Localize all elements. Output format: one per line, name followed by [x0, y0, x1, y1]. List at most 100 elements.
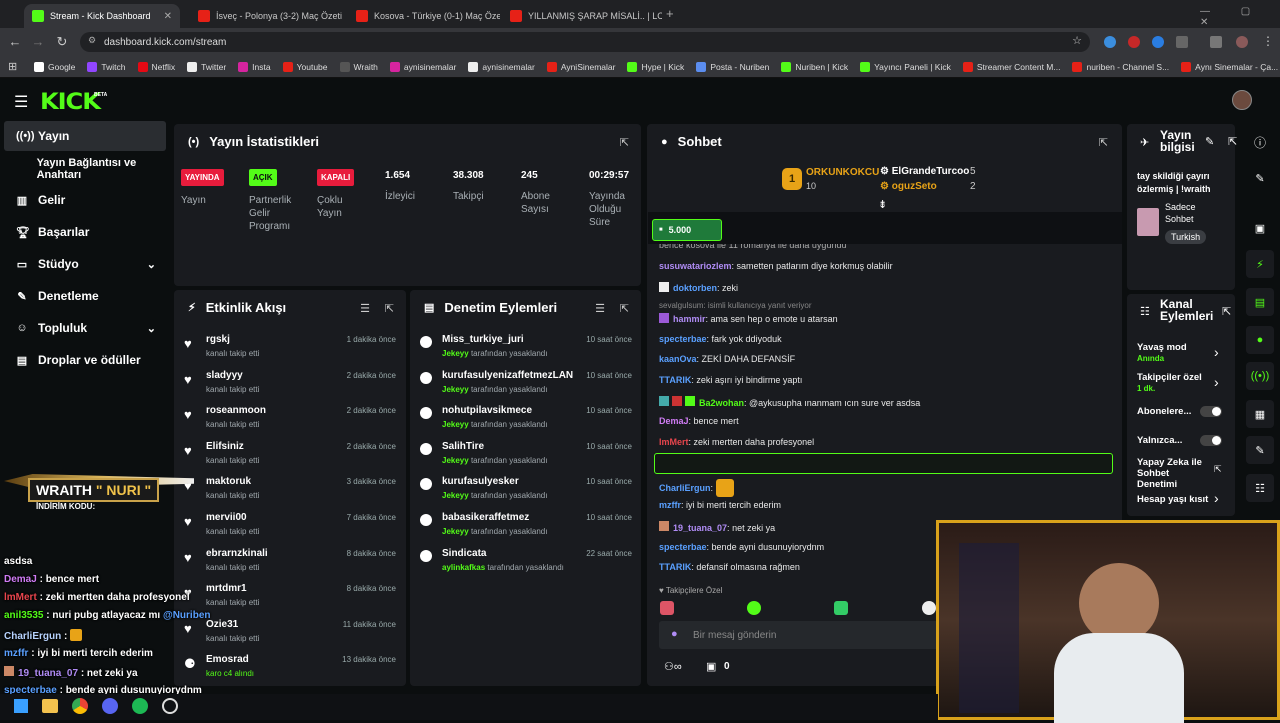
only-mode-toggle[interactable]	[1200, 435, 1222, 446]
bookmark[interactable]: Twitch	[87, 61, 126, 72]
site-info-icon[interactable]: ⚙	[88, 35, 96, 46]
moderation-row[interactable]: nohutpilavsikmece Jekeyy tarafından yasak…	[420, 405, 638, 439]
users-icon[interactable]: ⚇∞	[664, 660, 682, 673]
extension-icon[interactable]	[1104, 36, 1116, 48]
layout-icon[interactable]: ▦	[1246, 400, 1274, 428]
channel-action-slow-mode[interactable]: Yavaş mod Anında	[1137, 342, 1187, 364]
spotify-icon[interactable]	[132, 698, 148, 714]
activity-row[interactable]: ♥ maktoruk kanalı takip etti 3 dakika önce	[184, 476, 402, 510]
browser-tab-kick-dashboard[interactable]: Stream - Kick Dashboard ✕	[24, 4, 180, 28]
activity-row[interactable]: ♥ rgskj kanalı takip etti 1 dakika önce	[184, 334, 402, 368]
category-thumbnail[interactable]	[1137, 208, 1159, 236]
chat-message[interactable]: CharliErgun:	[659, 479, 734, 497]
forward-icon[interactable]: →	[26, 34, 50, 49]
sidebar-item-gelir[interactable]: ▥ Gelir	[4, 185, 166, 215]
sidebar-item-studyo[interactable]: ▭ Stüdyo ⌄	[4, 249, 166, 279]
activity-row[interactable]: ♥ Ozie31 kanalı takip etti 11 dakika önce	[184, 619, 402, 653]
chevron-right-icon[interactable]: ›	[1214, 490, 1219, 506]
leaderboard-second[interactable]: ⚙ ElGrandeTurcoo	[880, 166, 969, 177]
chat-username[interactable]: 19_tuana_07	[673, 523, 727, 533]
expand-leaderboard-icon[interactable]: ⇟	[878, 198, 887, 211]
bolt-icon[interactable]: ⚡︎	[1246, 250, 1274, 278]
bookmark[interactable]: Netflix	[137, 61, 175, 72]
bookmark[interactable]: Insta	[238, 61, 271, 72]
bookmark[interactable]: Google	[34, 61, 75, 72]
popout-icon[interactable]: ⇱	[385, 302, 394, 315]
info-icon[interactable]: ⓘ	[1254, 134, 1266, 151]
emote-icon[interactable]	[921, 601, 936, 615]
chat-username[interactable]: Ba2wohan	[699, 398, 744, 408]
bookmark[interactable]: aynisinemalar	[468, 61, 535, 72]
shield-icon[interactable]	[1152, 36, 1164, 48]
activity-row[interactable]: ♥ mrtdmr1 kanalı takip etti 8 dakika önce	[184, 583, 402, 617]
subscribers-only-toggle[interactable]	[1200, 406, 1222, 417]
star-icon[interactable]: ☆	[1072, 34, 1082, 47]
browser-tab-youtube-1[interactable]: İsveç - Polonya (3-2) Maç Özeti ✕	[190, 4, 348, 28]
windows-start-icon[interactable]	[14, 699, 28, 713]
chat-message[interactable]: lmMert: zeki mertten daha profesyonel	[659, 437, 814, 447]
pinned-gift-badge[interactable]: ■ 5.000	[652, 219, 722, 241]
chat-message[interactable]: kaanOva: ZEKİ DAHA DEFANSİF	[659, 354, 795, 364]
activity-row[interactable]: ♥ Elifsiniz kanalı takip etti 2 dakika önce	[184, 441, 402, 475]
chat-message[interactable]: 19_tuana_07: net zeki ya	[659, 521, 775, 533]
chat-message[interactable]: specterbae: bende ayni dusunuyiorydnm	[659, 542, 824, 552]
activity-row[interactable]: ♥ sladyyy kanalı takip etti 2 dakika önce	[184, 370, 402, 404]
popout-icon[interactable]: ⇱	[1099, 136, 1108, 149]
chat-username[interactable]: susuwatariozlem	[659, 261, 732, 271]
filter-icon[interactable]: ☰	[360, 302, 370, 315]
chat-bubble-icon[interactable]: ●	[1246, 326, 1274, 354]
bookmark[interactable]: Posta - Nuriben	[696, 61, 769, 72]
chevron-right-icon[interactable]: ›	[1214, 344, 1219, 360]
chat-message[interactable]: susuwatariozlem: sametten patlarım diye …	[659, 261, 893, 271]
chat-username[interactable]: kaanOva	[659, 354, 697, 364]
chat-message[interactable]: DemaJ: bence mert	[659, 416, 739, 426]
moderation-row[interactable]: Miss_turkiye_juri Jekeyy tarafından yasak…	[420, 334, 638, 368]
menu-list-icon[interactable]	[1210, 36, 1222, 48]
sidebar-item-topluluk[interactable]: ☺ Topluluk ⌄	[4, 313, 166, 343]
apps-grid-icon[interactable]: ⊞	[8, 60, 17, 73]
gift-icon[interactable]: ▣	[706, 660, 716, 673]
reload-icon[interactable]: ↻	[50, 34, 74, 50]
category-name[interactable]: Sadece Sohbet	[1165, 201, 1215, 225]
microphone-icon[interactable]: ●	[671, 628, 678, 640]
activity-row[interactable]: ♥ mervii00 kanalı takip etti 7 dakika önce	[184, 512, 402, 546]
document-icon[interactable]: ▤	[1246, 288, 1274, 316]
url-input[interactable]: ⚙ dashboard.kick.com/stream ☆	[80, 32, 1090, 52]
bookmark[interactable]: nuriben - Channel S...	[1072, 61, 1169, 72]
extension-icon[interactable]	[1128, 36, 1140, 48]
chat-username[interactable]: CharliErgun	[659, 483, 711, 493]
external-link-icon[interactable]: ⇱	[1214, 464, 1222, 475]
screen-capture-icon[interactable]: ▣	[1246, 214, 1274, 242]
wrench-icon[interactable]: ✎	[1246, 436, 1274, 464]
bookmark[interactable]: Wraith	[339, 61, 378, 72]
channel-action-followers-only[interactable]: Takipçiler özel 1 dk.	[1137, 372, 1211, 394]
sidebar-item-droplar[interactable]: ▤ Droplar ve ödüller	[4, 345, 166, 375]
discord-icon[interactable]	[102, 698, 118, 714]
file-explorer-icon[interactable]	[42, 699, 58, 713]
settings-sliders-icon[interactable]: ☷	[1246, 474, 1274, 502]
close-icon[interactable]: ✕	[158, 11, 172, 22]
activity-row[interactable]: ⚈ Emosrad karo c4 alındı 13 dakika önce	[184, 654, 402, 688]
chat-username[interactable]: lmMert	[659, 437, 689, 447]
chrome-icon[interactable]	[72, 698, 88, 714]
bookmark[interactable]: Streamer Content M...	[962, 61, 1060, 72]
sidebar-item-yayin-baglantisi[interactable]: Yayın Bağlantısı ve Anahtarı	[4, 154, 166, 184]
browser-tab-youtube-2[interactable]: Kosova - Türkiye (0-1) Maç Özeti ✕	[348, 4, 500, 28]
popout-icon[interactable]: ⇱	[620, 136, 629, 149]
bookmark[interactable]: Yayıncı Paneli | Kick	[860, 61, 951, 72]
bookmark[interactable]: Aynı Sinemalar - Ça...	[1181, 61, 1278, 72]
broadcast-icon[interactable]: ((•))	[1246, 362, 1274, 390]
moderation-row[interactable]: kurufasulyesker Jekeyy tarafından yasakla…	[420, 476, 638, 510]
filter-icon[interactable]: ☰	[595, 302, 605, 315]
avatar[interactable]	[1236, 36, 1248, 48]
chat-username[interactable]: doktorben	[673, 283, 717, 293]
chevron-right-icon[interactable]: ›	[1214, 374, 1219, 390]
window-controls[interactable]: — ▢ ✕	[1200, 6, 1280, 28]
chat-message[interactable]: TTARIK: defansif olmasına rağmen	[659, 562, 800, 572]
chat-username[interactable]: DemaJ	[659, 416, 689, 426]
sidebar-item-basarilar[interactable]: 🏆︎ Başarılar	[4, 217, 166, 247]
new-tab-icon[interactable]: +	[666, 6, 674, 21]
chat-username[interactable]: specterbae	[659, 542, 707, 552]
activity-row[interactable]: ♥ ebrarnzkinali kanalı takip etti 8 dakika …	[184, 548, 402, 582]
bookmark[interactable]: Youtube	[282, 61, 328, 72]
